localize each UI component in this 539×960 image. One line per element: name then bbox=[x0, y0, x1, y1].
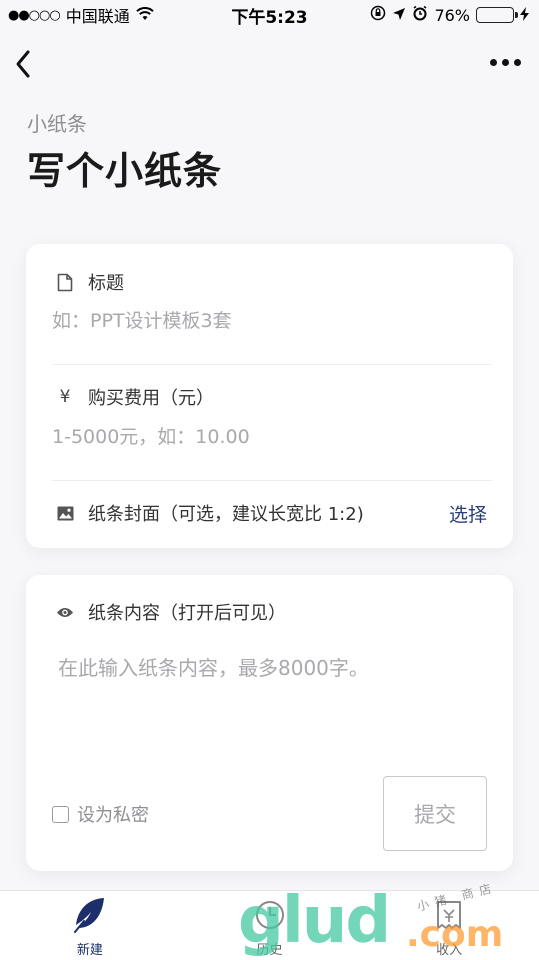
wifi-icon bbox=[136, 6, 154, 25]
content-label-text: 纸条内容（打开后可见） bbox=[88, 603, 286, 624]
carrier-name: 中国联通 bbox=[65, 7, 130, 26]
note-content-card: 纸条内容（打开后可见） 设为私密 提交 bbox=[26, 575, 513, 871]
more-dot-icon bbox=[501, 58, 509, 66]
note-info-card: 标题 ¥ 购买费用（元） 纸条封面（可选，建议长宽比 1:2) 选择 bbox=[26, 244, 513, 548]
choose-cover-button[interactable]: 选择 bbox=[449, 500, 487, 527]
divider bbox=[52, 480, 492, 481]
more-dot-icon bbox=[513, 58, 521, 66]
charging-icon bbox=[520, 6, 529, 25]
rotation-lock-icon bbox=[370, 5, 386, 25]
title-label: 标题 bbox=[56, 269, 124, 295]
private-label: 设为私密 bbox=[77, 805, 149, 826]
title-input[interactable] bbox=[52, 310, 492, 332]
tab-label: 新建 bbox=[76, 943, 103, 958]
cover-label: 纸条封面（可选，建议长宽比 1:2) bbox=[56, 500, 364, 526]
more-button[interactable] bbox=[485, 50, 525, 74]
tab-label: 历史 bbox=[256, 943, 283, 958]
location-icon bbox=[392, 6, 406, 25]
battery-percent: 76% bbox=[434, 5, 470, 25]
private-toggle[interactable]: 设为私密 bbox=[52, 801, 149, 827]
signal-icon: ●●○○○ bbox=[8, 7, 61, 23]
status-left: ●●○○○ 中国联通 bbox=[8, 3, 154, 27]
fee-input[interactable] bbox=[52, 426, 492, 448]
chevron-left-icon bbox=[16, 50, 30, 78]
content-textarea[interactable] bbox=[58, 653, 488, 753]
divider bbox=[52, 364, 492, 365]
fee-label: ¥ 购买费用（元） bbox=[56, 384, 214, 410]
status-bar: ●●○○○ 中国联通 下午5:23 76% bbox=[0, 0, 539, 30]
tab-bar: 新建 历史 收入 bbox=[0, 890, 539, 960]
status-right: 76% bbox=[370, 5, 529, 25]
page-subtitle: 小纸条 bbox=[27, 112, 87, 136]
private-checkbox[interactable] bbox=[52, 805, 69, 823]
document-icon bbox=[56, 272, 74, 292]
more-dot-icon bbox=[489, 58, 497, 66]
alarm-icon bbox=[412, 5, 428, 25]
image-icon bbox=[56, 503, 74, 523]
page-title: 写个小纸条 bbox=[27, 149, 223, 193]
submit-button[interactable]: 提交 bbox=[383, 776, 487, 851]
tab-history[interactable]: 历史 bbox=[180, 891, 360, 960]
income-icon bbox=[429, 895, 469, 935]
tab-label: 收入 bbox=[436, 943, 463, 958]
battery-icon bbox=[476, 7, 518, 23]
tab-income[interactable]: 收入 bbox=[359, 891, 539, 960]
cover-label-text: 纸条封面（可选，建议长宽比 1:2) bbox=[88, 504, 364, 525]
yuan-icon: ¥ bbox=[59, 387, 71, 407]
content-label: 纸条内容（打开后可见） bbox=[56, 599, 286, 625]
tab-new[interactable]: 新建 bbox=[0, 891, 180, 960]
fee-label-text: 购买费用（元） bbox=[88, 388, 214, 409]
title-label-text: 标题 bbox=[88, 273, 124, 294]
feather-icon bbox=[70, 895, 110, 935]
eye-icon bbox=[56, 602, 74, 622]
history-icon bbox=[250, 895, 290, 935]
back-button[interactable] bbox=[12, 44, 44, 80]
nav-bar bbox=[0, 40, 539, 84]
